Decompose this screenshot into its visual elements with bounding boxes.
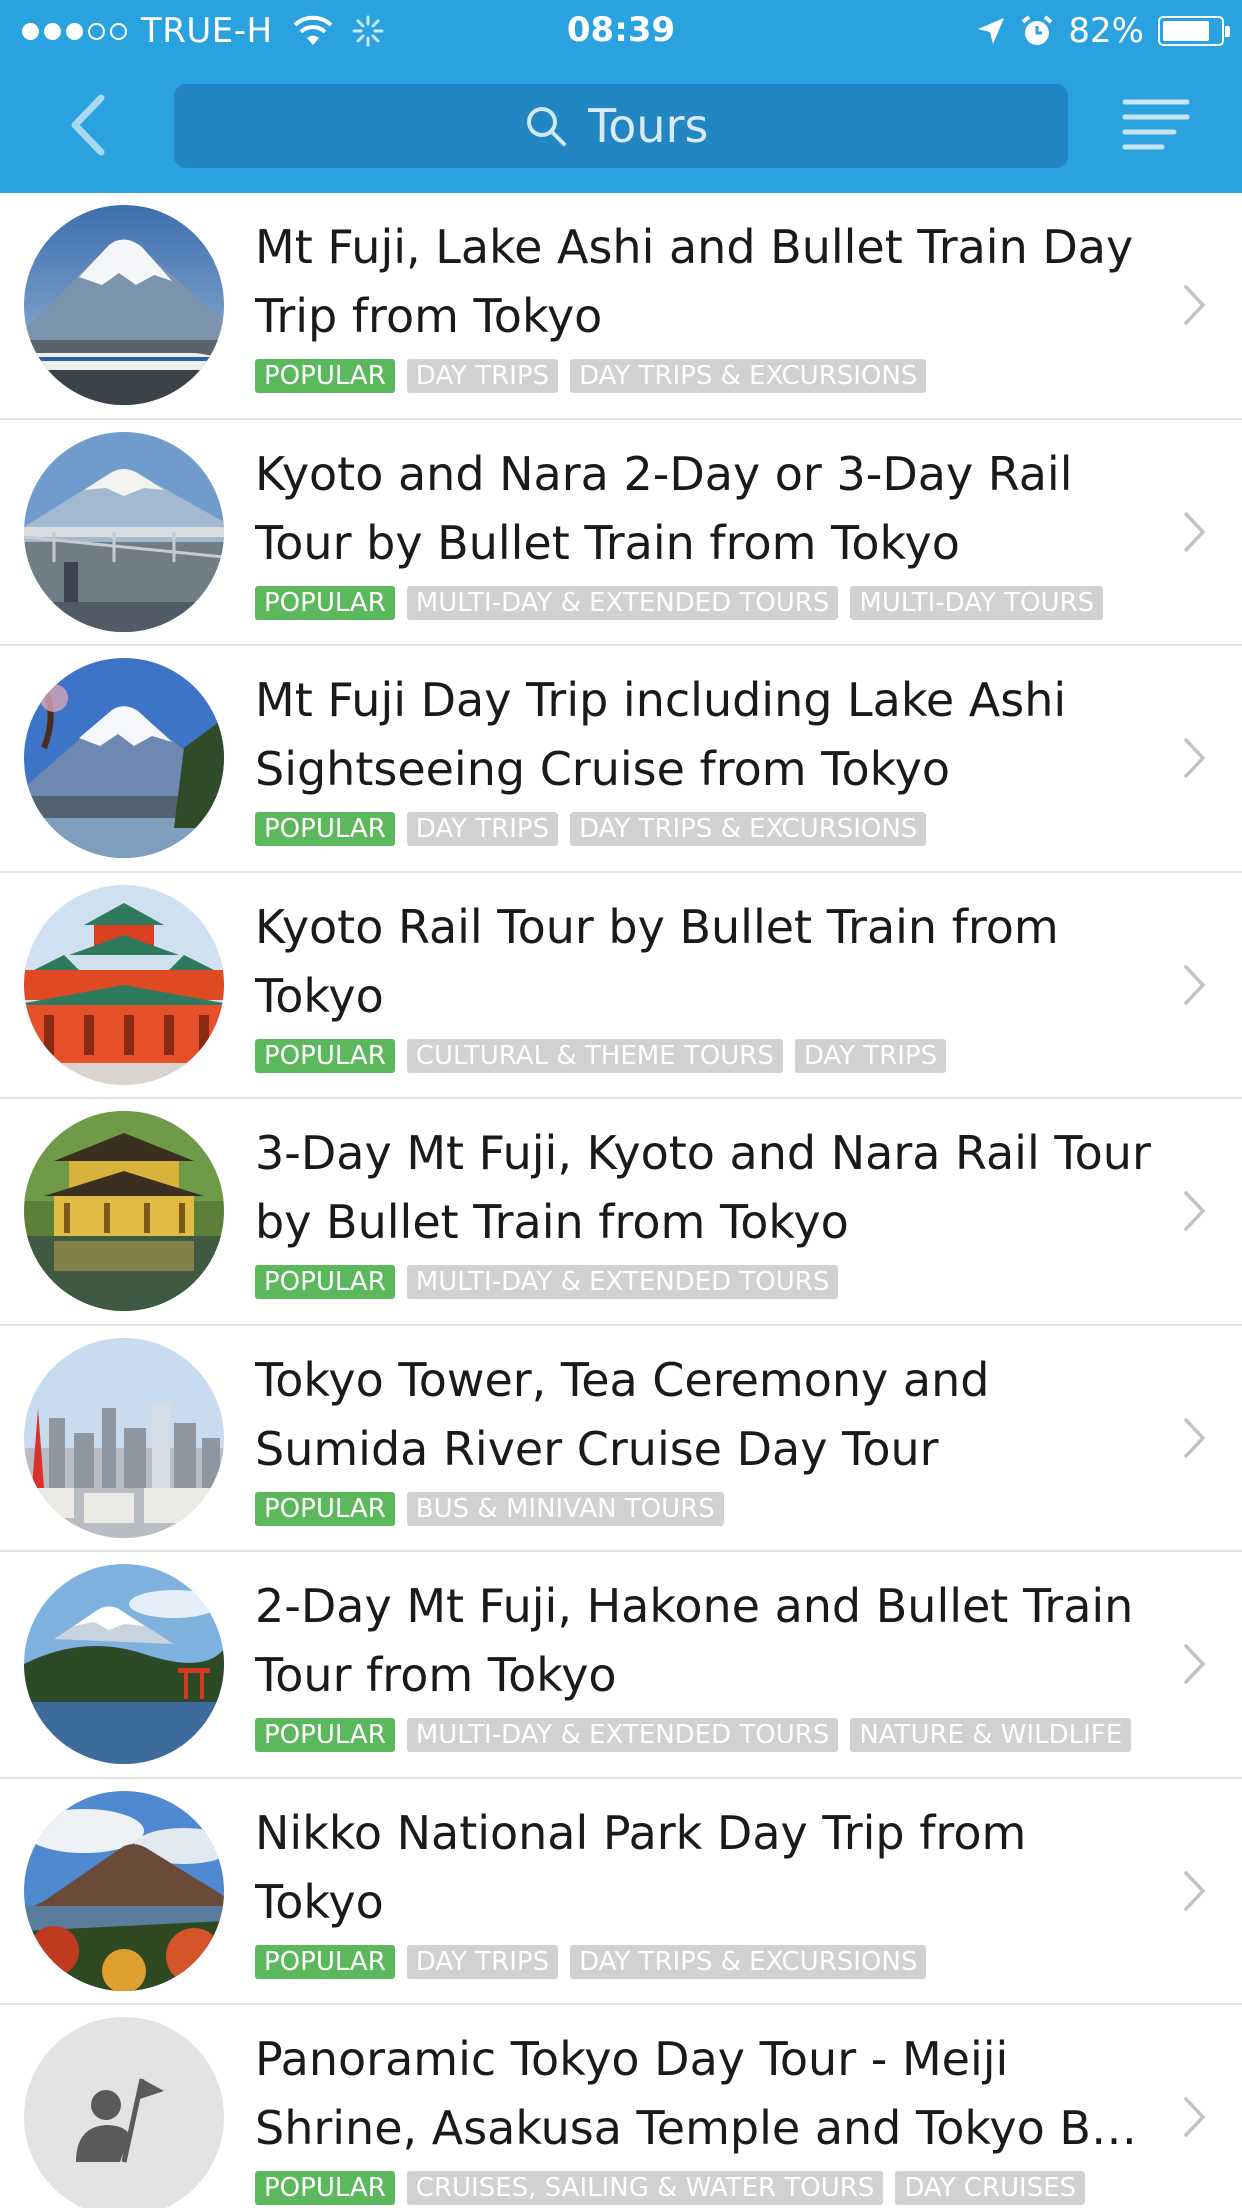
back-button[interactable]	[62, 92, 112, 158]
tag-category: DAY TRIPS	[794, 1038, 947, 1073]
tour-title: Tokyo Tower, Tea Ceremony and Sumida Riv…	[255, 1352, 990, 1476]
tag-category: BUS & MINIVAN TOURS	[406, 1491, 724, 1526]
tag-category: DAY TRIPS & EXCURSIONS	[570, 359, 927, 393]
tag-category: DAY TRIPS	[406, 1944, 559, 1979]
tour-row-mt-fuji-lake-ashi-cruise[interactable]: Mt Fuji Day Trip including Lake Ashi Sig…	[0, 646, 1242, 873]
tag-category: DAY TRIPS & EXCURSIONS	[570, 812, 927, 846]
tag-popular: POPULAR	[255, 1491, 395, 1526]
tag-popular: POPULAR	[255, 585, 395, 620]
location-arrow-icon	[978, 18, 1005, 44]
tour-title: Kyoto and Nara 2-Day or 3-Day Rail Tour …	[255, 446, 1073, 570]
tag-popular: POPULAR	[255, 359, 395, 393]
chevron-right-icon	[1184, 1870, 1206, 1911]
chevron-right-icon	[1184, 1644, 1206, 1684]
tour-tags: POPULAR MULTI-DAY & EXTENDED TOURS MULTI…	[255, 585, 1104, 620]
alarm-clock-icon	[1022, 15, 1053, 45]
search-icon	[527, 107, 566, 146]
tour-tags: POPULAR DAY TRIPS DAY TRIPS & EXCURSIONS	[255, 1944, 927, 1979]
tour-row-kyoto-rail-tour[interactable]: Kyoto Rail Tour by Bullet Train from Tok…	[0, 873, 1242, 1099]
status-bar: TRUE-H 08:39 82%	[0, 0, 1242, 62]
tag-popular: POPULAR	[255, 1038, 395, 1073]
app-header: TRUE-H 08:39 82% Tours	[0, 0, 1242, 193]
tour-row-panoramic-tokyo-day-tour[interactable]: Panoramic Tokyo Day Tour - Meiji Shrine,…	[0, 2005, 1242, 2208]
tour-row-2-day-fuji-hakone[interactable]: 2-Day Mt Fuji, Hakone and Bullet Train T…	[0, 1552, 1242, 1779]
tag-popular: POPULAR	[255, 1265, 395, 1299]
tour-row-3-day-fuji-kyoto-nara[interactable]: 3-Day Mt Fuji, Kyoto and Nara Rail Tour …	[0, 1099, 1242, 1326]
tour-thumbnail	[24, 205, 224, 405]
tour-title: Nikko National Park Day Trip from Tokyo	[255, 1805, 1027, 1929]
tour-tags: POPULAR MULTI-DAY & EXTENDED TOURS NATUR…	[255, 1718, 1132, 1752]
tag-category: MULTI-DAY & EXTENDED TOURS	[406, 1718, 839, 1752]
tag-category: CRUISES, SAILING & WATER TOURS	[406, 2171, 884, 2205]
tour-title: 3-Day Mt Fuji, Kyoto and Nara Rail Tour …	[255, 1126, 1151, 1249]
tag-category: MULTI-DAY & EXTENDED TOURS	[406, 585, 839, 620]
tour-tags: POPULAR DAY TRIPS DAY TRIPS & EXCURSIONS	[255, 812, 927, 846]
battery-icon	[1158, 16, 1230, 46]
tour-thumbnail	[24, 658, 224, 858]
tag-category: MULTI-DAY TOURS	[850, 585, 1104, 620]
tag-category: CULTURAL & THEME TOURS	[406, 1038, 783, 1073]
chevron-right-icon	[1184, 964, 1206, 1005]
chevron-right-icon	[1184, 2097, 1206, 2137]
tour-row-mt-fuji-lake-ashi-bullet-train[interactable]: Mt Fuji, Lake Ashi and Bullet Train Day …	[0, 193, 1242, 420]
tour-title: Mt Fuji, Lake Ashi and Bullet Train Day …	[255, 220, 1134, 343]
tag-category: DAY TRIPS	[406, 359, 559, 393]
tour-thumbnail	[24, 1564, 224, 1764]
chevron-right-icon	[1184, 738, 1206, 778]
tag-category: DAY TRIPS	[406, 812, 559, 846]
search-bar[interactable]	[174, 84, 1068, 168]
tag-popular: POPULAR	[255, 1944, 395, 1979]
tour-row-tokyo-tower-tea-ceremony[interactable]: Tokyo Tower, Tea Ceremony and Sumida Riv…	[0, 1326, 1242, 1552]
tag-popular: POPULAR	[255, 2171, 395, 2205]
tour-row-nikko-national-park[interactable]: Nikko National Park Day Trip from Tokyo …	[0, 1779, 1242, 2005]
tag-category: DAY TRIPS & EXCURSIONS	[570, 1944, 927, 1979]
tag-category: DAY CRUISES	[895, 2171, 1086, 2205]
tour-title: Kyoto Rail Tour by Bullet Train from Tok…	[255, 899, 1059, 1023]
chevron-right-icon	[1184, 1417, 1206, 1458]
menu-button[interactable]	[1122, 96, 1190, 152]
tour-tags: POPULAR DAY TRIPS DAY TRIPS & EXCURSIONS	[255, 359, 927, 393]
tour-thumbnail	[24, 1111, 224, 1311]
tour-row-kyoto-nara-rail-tour[interactable]: Kyoto and Nara 2-Day or 3-Day Rail Tour …	[0, 420, 1242, 646]
tour-thumbnail	[24, 431, 224, 632]
tour-tags: POPULAR MULTI-DAY & EXTENDED TOURS	[255, 1265, 839, 1299]
tour-title: Panoramic Tokyo Day Tour - Meiji Shrine,…	[255, 2032, 1137, 2155]
tour-thumbnail	[24, 1790, 224, 1991]
menu-lines-icon	[1122, 99, 1190, 150]
tour-list: Mt Fuji, Lake Ashi and Bullet Train Day …	[0, 193, 1242, 2208]
chevron-right-icon	[1184, 285, 1206, 325]
tour-tags: POPULAR BUS & MINIVAN TOURS	[255, 1491, 724, 1526]
tour-tags: POPULAR CULTURAL & THEME TOURS DAY TRIPS	[255, 1038, 947, 1073]
battery-percentage: 82%	[1068, 11, 1144, 51]
tour-thumbnail	[24, 884, 224, 1085]
tour-title: Mt Fuji Day Trip including Lake Ashi Sig…	[255, 673, 1067, 796]
chevron-right-icon	[1184, 1191, 1206, 1231]
tour-title: 2-Day Mt Fuji, Hakone and Bullet Train T…	[255, 1579, 1134, 1702]
chevron-left-icon	[71, 94, 105, 156]
battery-level	[1163, 21, 1209, 41]
tag-popular: POPULAR	[255, 1718, 395, 1752]
tag-category: MULTI-DAY & EXTENDED TOURS	[406, 1265, 839, 1299]
tour-thumbnail-placeholder	[24, 2017, 224, 2208]
tag-category: NATURE & WILDLIFE	[850, 1718, 1132, 1752]
tour-tags: POPULAR CRUISES, SAILING & WATER TOURS D…	[255, 2171, 1086, 2205]
chevron-right-icon	[1184, 511, 1206, 552]
tag-popular: POPULAR	[255, 812, 395, 846]
tour-thumbnail	[24, 1337, 224, 1538]
search-input[interactable]	[588, 99, 718, 153]
